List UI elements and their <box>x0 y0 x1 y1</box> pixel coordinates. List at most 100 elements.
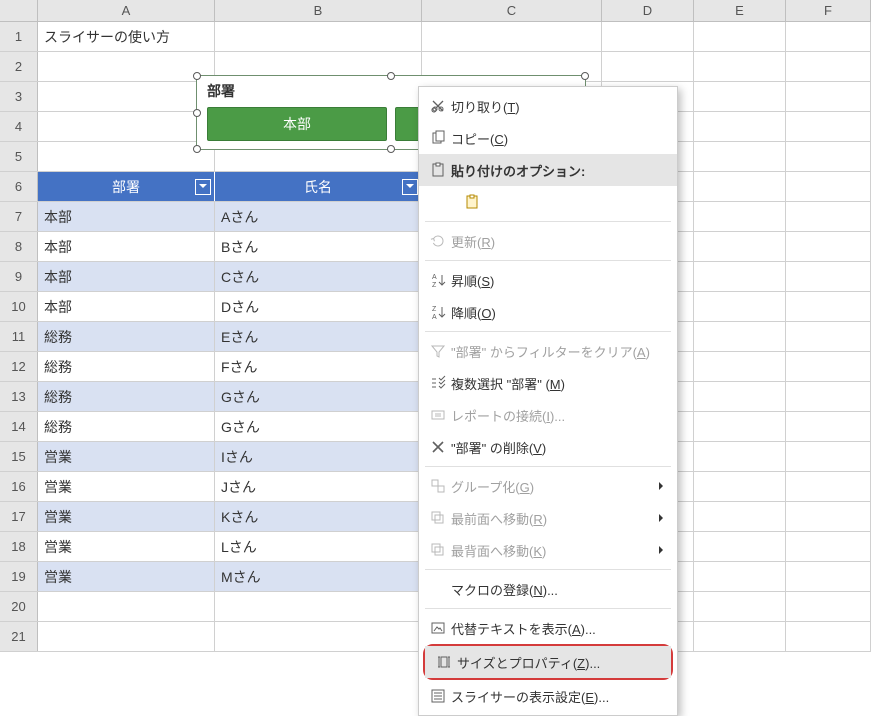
cell-E2[interactable] <box>694 52 786 81</box>
row-header-8[interactable]: 8 <box>0 232 38 261</box>
cell-A13[interactable]: 総務 <box>38 382 215 411</box>
cell-E21[interactable] <box>694 622 786 651</box>
row-header-21[interactable]: 21 <box>0 622 38 651</box>
cell-A3[interactable] <box>38 82 215 111</box>
menu-sort-asc[interactable]: AZ 昇順(S) <box>419 264 677 296</box>
cell-E3[interactable] <box>694 82 786 111</box>
row-header-13[interactable]: 13 <box>0 382 38 411</box>
cell-A15[interactable]: 営業 <box>38 442 215 471</box>
cell-F1[interactable] <box>786 22 871 51</box>
cell-F18[interactable] <box>786 532 871 561</box>
menu-paste-option[interactable] <box>419 186 677 218</box>
menu-copy[interactable]: コピー(C) <box>419 122 677 154</box>
filter-button[interactable] <box>195 179 211 195</box>
row-header-10[interactable]: 10 <box>0 292 38 321</box>
cell-A4[interactable] <box>38 112 215 141</box>
row-header-12[interactable]: 12 <box>0 352 38 381</box>
cell-B6[interactable]: 氏名 <box>215 172 422 201</box>
cell-F12[interactable] <box>786 352 871 381</box>
cell-A10[interactable]: 本部 <box>38 292 215 321</box>
cell-B17[interactable]: Kさん <box>215 502 422 531</box>
row-header-7[interactable]: 7 <box>0 202 38 231</box>
cell-E1[interactable] <box>694 22 786 51</box>
cell-F20[interactable] <box>786 592 871 621</box>
col-header-D[interactable]: D <box>602 0 694 21</box>
resize-handle[interactable] <box>193 109 201 117</box>
cell-E9[interactable] <box>694 262 786 291</box>
row-header-16[interactable]: 16 <box>0 472 38 501</box>
cell-E17[interactable] <box>694 502 786 531</box>
filter-button[interactable] <box>402 179 418 195</box>
resize-handle[interactable] <box>193 72 201 80</box>
row-header-15[interactable]: 15 <box>0 442 38 471</box>
cell-B14[interactable]: Gさん <box>215 412 422 441</box>
row-header-9[interactable]: 9 <box>0 262 38 291</box>
cell-F19[interactable] <box>786 562 871 591</box>
menu-sort-desc[interactable]: ZA 降順(O) <box>419 296 677 328</box>
cell-E4[interactable] <box>694 112 786 141</box>
menu-assign-macro[interactable]: マクロの登録(N)... <box>419 573 677 605</box>
cell-B9[interactable]: Cさん <box>215 262 422 291</box>
cell-F21[interactable] <box>786 622 871 651</box>
cell-B15[interactable]: Iさん <box>215 442 422 471</box>
cell-E16[interactable] <box>694 472 786 501</box>
menu-delete[interactable]: "部署" の削除(V) <box>419 431 677 463</box>
cell-F14[interactable] <box>786 412 871 441</box>
row-header-6[interactable]: 6 <box>0 172 38 201</box>
resize-handle[interactable] <box>193 145 201 153</box>
cell-B10[interactable]: Dさん <box>215 292 422 321</box>
cell-D1[interactable] <box>602 22 694 51</box>
cell-E12[interactable] <box>694 352 786 381</box>
col-header-B[interactable]: B <box>215 0 422 21</box>
cell-B16[interactable]: Jさん <box>215 472 422 501</box>
cell-A18[interactable]: 営業 <box>38 532 215 561</box>
cell-B21[interactable] <box>215 622 422 651</box>
menu-multi-select[interactable]: 複数選択 "部署" (M) <box>419 367 677 399</box>
cell-C1[interactable] <box>422 22 602 51</box>
cell-F5[interactable] <box>786 142 871 171</box>
row-header-5[interactable]: 5 <box>0 142 38 171</box>
cell-A19[interactable]: 営業 <box>38 562 215 591</box>
row-header-4[interactable]: 4 <box>0 112 38 141</box>
cell-E13[interactable] <box>694 382 786 411</box>
row-header-1[interactable]: 1 <box>0 22 38 51</box>
cell-F16[interactable] <box>786 472 871 501</box>
cell-E5[interactable] <box>694 142 786 171</box>
row-header-3[interactable]: 3 <box>0 82 38 111</box>
menu-alt-text[interactable]: 代替テキストを表示(A)... <box>419 612 677 644</box>
cell-B7[interactable]: Aさん <box>215 202 422 231</box>
cell-A21[interactable] <box>38 622 215 651</box>
slicer-item-honbu[interactable]: 本部 <box>207 107 387 141</box>
cell-F6[interactable] <box>786 172 871 201</box>
row-header-19[interactable]: 19 <box>0 562 38 591</box>
cell-F8[interactable] <box>786 232 871 261</box>
cell-F17[interactable] <box>786 502 871 531</box>
cell-F13[interactable] <box>786 382 871 411</box>
cell-A12[interactable]: 総務 <box>38 352 215 381</box>
cell-B12[interactable]: Fさん <box>215 352 422 381</box>
col-header-E[interactable]: E <box>694 0 786 21</box>
cell-A5[interactable] <box>38 142 215 171</box>
row-header-18[interactable]: 18 <box>0 532 38 561</box>
col-header-C[interactable]: C <box>422 0 602 21</box>
cell-E19[interactable] <box>694 562 786 591</box>
cell-E6[interactable] <box>694 172 786 201</box>
cell-F2[interactable] <box>786 52 871 81</box>
cell-E18[interactable] <box>694 532 786 561</box>
resize-handle[interactable] <box>387 72 395 80</box>
cell-E15[interactable] <box>694 442 786 471</box>
col-header-A[interactable]: A <box>38 0 215 21</box>
resize-handle[interactable] <box>581 72 589 80</box>
cell-A9[interactable]: 本部 <box>38 262 215 291</box>
cell-B11[interactable]: Eさん <box>215 322 422 351</box>
cell-A2[interactable] <box>38 52 215 81</box>
resize-handle[interactable] <box>387 145 395 153</box>
cell-A14[interactable]: 総務 <box>38 412 215 441</box>
cell-B18[interactable]: Lさん <box>215 532 422 561</box>
menu-cut[interactable]: 切り取り(T) <box>419 90 677 122</box>
cell-B13[interactable]: Gさん <box>215 382 422 411</box>
select-all-corner[interactable] <box>0 0 38 21</box>
cell-E11[interactable] <box>694 322 786 351</box>
row-header-2[interactable]: 2 <box>0 52 38 81</box>
cell-E8[interactable] <box>694 232 786 261</box>
